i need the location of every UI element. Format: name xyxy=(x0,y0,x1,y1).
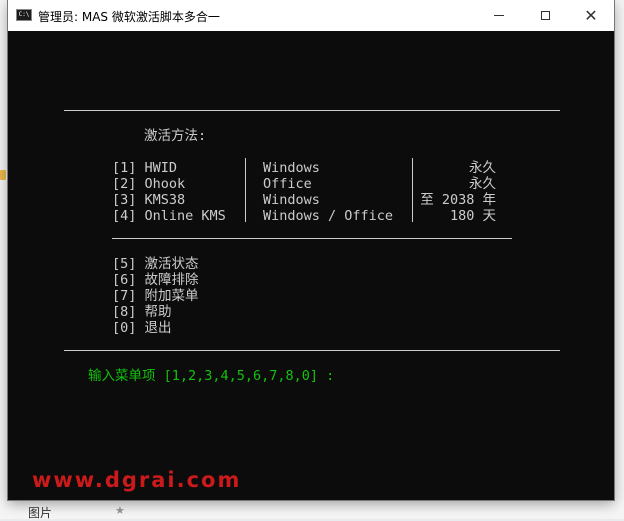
menu-item-3-key: [3] KMS38 xyxy=(112,192,186,208)
background-bottom-label: 图片 xyxy=(28,506,53,520)
menu-item-2-duration: 永久 xyxy=(469,176,496,192)
minimize-button[interactable] xyxy=(476,0,522,31)
console-output[interactable]: 激活方法: [1] HWID Windows 永久 [2] Ohook Offi… xyxy=(8,31,614,500)
cmd-icon: C:\ xyxy=(16,9,32,21)
background-app-right xyxy=(614,0,624,519)
separator-top xyxy=(64,110,560,111)
menu-item-8: [8] 帮助 xyxy=(112,304,172,320)
window-title: 管理员: MAS 微软激活脚本多合一 xyxy=(38,10,220,24)
menu-item-2-key: [2] Ohook xyxy=(112,176,186,192)
menu-item-1-product: Windows xyxy=(263,160,320,176)
menu-item-4-key: [4] Online KMS xyxy=(112,208,226,224)
title-bar[interactable]: C:\ 管理员: MAS 微软激活脚本多合一 ✕ xyxy=(8,0,614,31)
maximize-button[interactable] xyxy=(522,0,568,31)
menu-item-4-product: Windows / Office xyxy=(263,208,394,224)
console-window[interactable]: C:\ 管理员: MAS 微软激活脚本多合一 ✕ 激活方法: [1] HWID … xyxy=(8,0,614,500)
menu-item-0: [0] 退出 xyxy=(112,320,172,336)
input-prompt[interactable]: 输入菜单项 [1,2,3,4,5,6,7,8,0] : xyxy=(88,368,334,384)
star-icon: ★ xyxy=(115,504,125,517)
menu-item-6: [6] 故障排除 xyxy=(112,272,199,288)
minimize-icon xyxy=(494,15,504,16)
close-button[interactable]: ✕ xyxy=(568,0,614,31)
column-separator-2 xyxy=(412,158,413,222)
menu-item-1-duration: 永久 xyxy=(469,160,496,176)
menu-item-1-key: [1] HWID xyxy=(112,160,178,176)
separator-bottom xyxy=(64,350,560,351)
column-separator-1 xyxy=(245,158,246,222)
close-icon: ✕ xyxy=(584,5,598,25)
menu-item-3-product: Windows xyxy=(263,192,320,208)
maximize-icon xyxy=(540,11,550,20)
menu-heading: 激活方法: xyxy=(144,128,207,144)
menu-item-4-duration: 180 天 xyxy=(449,208,496,224)
watermark: www.dgrai.com xyxy=(32,468,242,492)
menu-item-3-duration: 至 2038 年 xyxy=(420,192,496,208)
folder-icon xyxy=(0,170,6,180)
separator-middle xyxy=(112,238,512,239)
menu-item-2-product: Office xyxy=(263,176,312,192)
background-app-bottom xyxy=(0,500,624,519)
menu-item-5: [5] 激活状态 xyxy=(112,256,199,272)
menu-item-7: [7] 附加菜单 xyxy=(112,288,199,304)
